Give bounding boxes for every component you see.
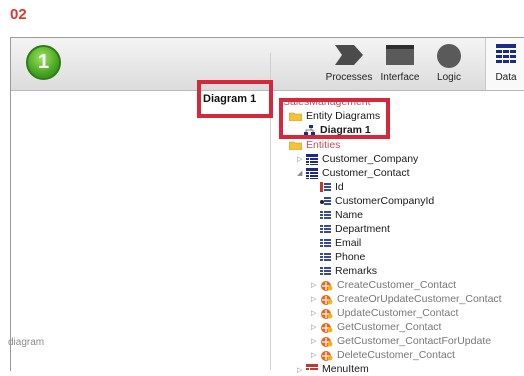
attribute-icon bbox=[320, 225, 331, 234]
tree-action-get-for-update[interactable]: GetCustomer_ContactForUpdate bbox=[320, 334, 491, 348]
expand-arrow-icon[interactable]: ▷ bbox=[311, 323, 316, 331]
tree-attribute-name[interactable]: Name bbox=[320, 208, 363, 222]
tree-attribute-customercompanyid[interactable]: CustomerCompanyId bbox=[320, 194, 434, 208]
tree-entity-menuitem[interactable]: MenuItem bbox=[306, 362, 369, 376]
expand-arrow-icon[interactable]: ▷ bbox=[311, 351, 316, 359]
tree-action-get[interactable]: GetCustomer_Contact bbox=[320, 320, 441, 334]
folder-icon bbox=[289, 141, 302, 151]
expand-arrow-icon[interactable]: ▷ bbox=[297, 366, 302, 374]
elements-tree: SalesManagement Entity Diagrams Diagram … bbox=[0, 0, 524, 375]
action-icon bbox=[321, 294, 333, 305]
action-icon bbox=[321, 280, 333, 291]
attribute-icon bbox=[320, 239, 331, 248]
tree-highlight-box bbox=[279, 98, 390, 139]
expand-arrow-icon[interactable]: ▷ bbox=[311, 281, 316, 289]
tree-action-update[interactable]: UpdateCustomer_Contact bbox=[320, 306, 458, 320]
expand-arrow-icon[interactable]: ▷ bbox=[311, 295, 316, 303]
tree-entity-company[interactable]: Customer_Company bbox=[306, 152, 418, 166]
key-attribute-icon bbox=[320, 182, 331, 193]
attribute-icon bbox=[320, 253, 331, 262]
tree-action-create[interactable]: CreateCustomer_Contact bbox=[320, 278, 456, 292]
expand-arrow-icon[interactable]: ▷ bbox=[297, 155, 302, 163]
entity-icon bbox=[306, 167, 318, 179]
tree-attribute-phone[interactable]: Phone bbox=[320, 250, 365, 264]
tree-action-create-or-update[interactable]: CreateOrUpdateCustomer_Contact bbox=[320, 292, 502, 306]
tree-entities-folder[interactable]: Entities bbox=[289, 138, 340, 152]
tree-entity-contact[interactable]: Customer_Contact bbox=[306, 166, 410, 180]
tree-attribute-id[interactable]: Id bbox=[320, 180, 344, 194]
tree-attribute-email[interactable]: Email bbox=[320, 236, 361, 250]
tree-attribute-department[interactable]: Department bbox=[320, 222, 390, 236]
expand-arrow-icon[interactable]: ▷ bbox=[311, 309, 316, 317]
action-icon bbox=[321, 308, 333, 319]
reference-attribute-icon bbox=[320, 197, 331, 206]
entity-icon bbox=[306, 363, 318, 370]
tree-attribute-remarks[interactable]: Remarks bbox=[320, 264, 377, 278]
action-icon bbox=[321, 350, 333, 361]
entity-icon bbox=[306, 153, 318, 165]
tree-action-delete[interactable]: DeleteCustomer_Contact bbox=[320, 348, 455, 362]
expand-arrow-icon[interactable]: ▷ bbox=[311, 337, 316, 345]
action-icon bbox=[321, 322, 333, 333]
attribute-icon bbox=[320, 267, 331, 276]
attribute-icon bbox=[320, 211, 331, 220]
collapse-arrow-icon[interactable]: ◢ bbox=[297, 169, 302, 177]
action-icon bbox=[321, 336, 333, 347]
